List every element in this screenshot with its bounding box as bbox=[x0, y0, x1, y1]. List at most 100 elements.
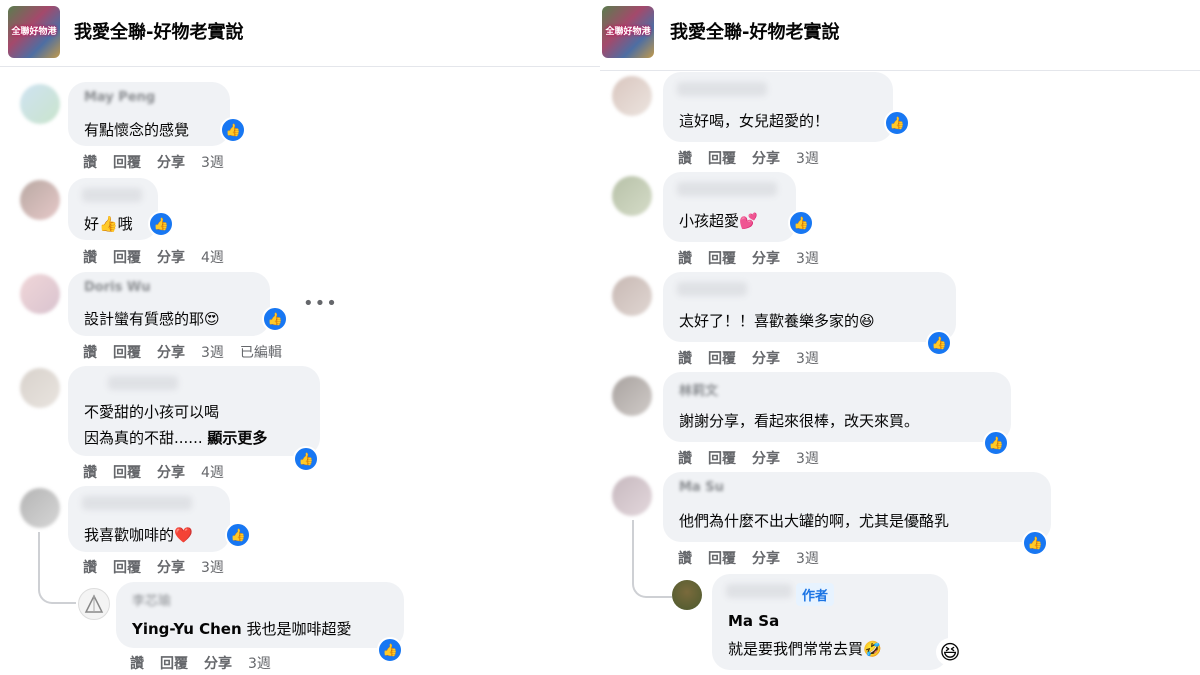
redacted-name bbox=[108, 376, 178, 390]
like-reaction-icon[interactable]: 👍 bbox=[293, 446, 319, 472]
timestamp[interactable]: 4週 bbox=[201, 465, 224, 481]
comment-actions: 讚回覆 分享 3週 bbox=[678, 448, 835, 468]
more-options-icon[interactable]: ••• bbox=[303, 293, 338, 314]
comment-actions: 讚回覆 分享 3週 bbox=[678, 248, 835, 268]
page-logo[interactable]: 全聯好物港 bbox=[602, 6, 654, 58]
reply-button[interactable]: 回覆 bbox=[113, 560, 141, 576]
avatar[interactable] bbox=[612, 476, 652, 516]
avatar[interactable] bbox=[612, 76, 652, 116]
avatar[interactable] bbox=[20, 84, 60, 124]
timestamp[interactable]: 3週 bbox=[201, 560, 224, 576]
page-title[interactable]: 我愛全聯-好物老實說 bbox=[670, 18, 839, 44]
commenter-name[interactable]: 李芯瑜 bbox=[132, 590, 171, 609]
reply-button[interactable]: 回覆 bbox=[708, 251, 736, 267]
timestamp[interactable]: 3週 bbox=[796, 451, 819, 467]
like-reaction-icon[interactable]: 👍 bbox=[1022, 530, 1048, 556]
timestamp[interactable]: 3週 bbox=[248, 656, 271, 672]
share-button[interactable]: 分享 bbox=[752, 251, 780, 267]
timestamp[interactable]: 3週 bbox=[796, 251, 819, 267]
like-button[interactable]: 讚 bbox=[83, 560, 97, 576]
reply-button[interactable]: 回覆 bbox=[113, 155, 141, 171]
avatar[interactable] bbox=[20, 368, 60, 408]
timestamp[interactable]: 3週 bbox=[796, 151, 819, 167]
avatar[interactable] bbox=[612, 376, 652, 416]
share-button[interactable]: 分享 bbox=[157, 155, 185, 171]
comment-text: 謝謝分享，看起來很棒，改天來買。 bbox=[679, 412, 920, 430]
like-button[interactable]: 讚 bbox=[678, 151, 692, 167]
reply-button[interactable]: 回覆 bbox=[113, 250, 141, 266]
timestamp[interactable]: 4週 bbox=[201, 250, 224, 266]
like-reaction-icon[interactable]: 👍 bbox=[148, 211, 174, 237]
comment-text: 小孩超愛💕 bbox=[679, 212, 758, 230]
like-button[interactable]: 讚 bbox=[83, 155, 97, 171]
redacted-name bbox=[726, 584, 792, 598]
like-reaction-icon[interactable]: 👍 bbox=[788, 210, 814, 236]
comment-text: 太好了！！喜歡養樂多家的😆 bbox=[679, 312, 875, 330]
timestamp[interactable]: 3週 bbox=[796, 351, 819, 367]
comment-actions: 讚回覆 分享 3週 已編輯 bbox=[83, 342, 298, 362]
share-button[interactable]: 分享 bbox=[157, 345, 185, 361]
avatar[interactable] bbox=[78, 588, 110, 620]
like-button[interactable]: 讚 bbox=[83, 345, 97, 361]
commenter-name[interactable]: May Peng bbox=[84, 90, 155, 105]
reply-button[interactable]: 回覆 bbox=[708, 551, 736, 567]
timestamp[interactable]: 3週 bbox=[201, 155, 224, 171]
reply-button[interactable]: 回覆 bbox=[708, 351, 736, 367]
reply-button[interactable]: 回覆 bbox=[160, 656, 188, 672]
like-button[interactable]: 讚 bbox=[678, 351, 692, 367]
page-header: 全聯好物港 我愛全聯-好物老實說 bbox=[600, 0, 1200, 71]
like-reaction-icon[interactable]: 👍 bbox=[225, 522, 251, 548]
avatar[interactable] bbox=[612, 176, 652, 216]
mention-link[interactable]: Ma Sa bbox=[728, 612, 779, 630]
reply-button[interactable]: 回覆 bbox=[708, 151, 736, 167]
like-reaction-icon[interactable]: 👍 bbox=[884, 110, 910, 136]
avatar[interactable] bbox=[20, 488, 60, 528]
like-button[interactable]: 讚 bbox=[678, 251, 692, 267]
mention-link[interactable]: Ying-Yu Chen bbox=[132, 620, 242, 638]
comment-bubble: May Peng 有點懷念的感覺 bbox=[68, 82, 230, 146]
like-reaction-icon[interactable]: 👍 bbox=[983, 430, 1009, 456]
comment-text: 這好喝，女兒超愛的！ bbox=[679, 112, 830, 130]
commenter-name[interactable]: Ma Su bbox=[679, 480, 724, 495]
avatar[interactable] bbox=[612, 276, 652, 316]
page-header: 全聯好物港 我愛全聯-好物老實說 bbox=[0, 0, 600, 67]
like-button[interactable]: 讚 bbox=[83, 465, 97, 481]
reply-button[interactable]: 回覆 bbox=[113, 465, 141, 481]
reply-button[interactable]: 回覆 bbox=[708, 451, 736, 467]
timestamp[interactable]: 3週 bbox=[796, 551, 819, 567]
comment-text: 我喜歡咖啡的❤️ bbox=[84, 526, 193, 544]
share-button[interactable]: 分享 bbox=[204, 656, 232, 672]
avatar[interactable] bbox=[20, 274, 60, 314]
reply-button[interactable]: 回覆 bbox=[113, 345, 141, 361]
comment-bubble: 這好喝，女兒超愛的！ bbox=[663, 72, 893, 142]
like-reaction-icon[interactable]: 👍 bbox=[926, 330, 952, 356]
haha-reaction-icon[interactable]: 😆 bbox=[936, 638, 964, 666]
share-button[interactable]: 分享 bbox=[752, 351, 780, 367]
like-reaction-icon[interactable]: 👍 bbox=[220, 117, 246, 143]
like-button[interactable]: 讚 bbox=[678, 551, 692, 567]
like-button[interactable]: 讚 bbox=[678, 451, 692, 467]
share-button[interactable]: 分享 bbox=[752, 151, 780, 167]
tent-icon bbox=[84, 594, 104, 613]
share-button[interactable]: 分享 bbox=[752, 451, 780, 467]
author-avatar[interactable] bbox=[672, 580, 702, 610]
like-button[interactable]: 讚 bbox=[83, 250, 97, 266]
timestamp[interactable]: 3週 bbox=[201, 345, 224, 361]
comment-bubble: Ma Su 他們為什麼不出大罐的啊，尤其是優酪乳 bbox=[663, 472, 1051, 542]
avatar[interactable] bbox=[20, 180, 60, 220]
page-title[interactable]: 我愛全聯-好物老實說 bbox=[74, 18, 243, 44]
comment-bubble: 太好了！！喜歡養樂多家的😆 bbox=[663, 272, 956, 342]
like-reaction-icon[interactable]: 👍 bbox=[262, 306, 288, 332]
commenter-name[interactable]: Doris Wu bbox=[84, 280, 150, 295]
commenter-name[interactable]: 林莉文 bbox=[679, 380, 718, 399]
share-button[interactable]: 分享 bbox=[157, 465, 185, 481]
comment-text: 有點懷念的感覺 bbox=[84, 121, 190, 139]
share-button[interactable]: 分享 bbox=[157, 560, 185, 576]
share-button[interactable]: 分享 bbox=[752, 551, 780, 567]
like-button[interactable]: 讚 bbox=[130, 656, 144, 672]
see-more-link[interactable]: 顯示更多 bbox=[207, 429, 267, 447]
like-reaction-icon[interactable]: 👍 bbox=[377, 637, 403, 663]
left-screenshot-panel: 全聯好物港 我愛全聯-好物老實說 May Peng 有點懷念的感覺 👍 讚回覆分… bbox=[0, 0, 600, 675]
page-logo[interactable]: 全聯好物港 bbox=[8, 6, 60, 58]
share-button[interactable]: 分享 bbox=[157, 250, 185, 266]
